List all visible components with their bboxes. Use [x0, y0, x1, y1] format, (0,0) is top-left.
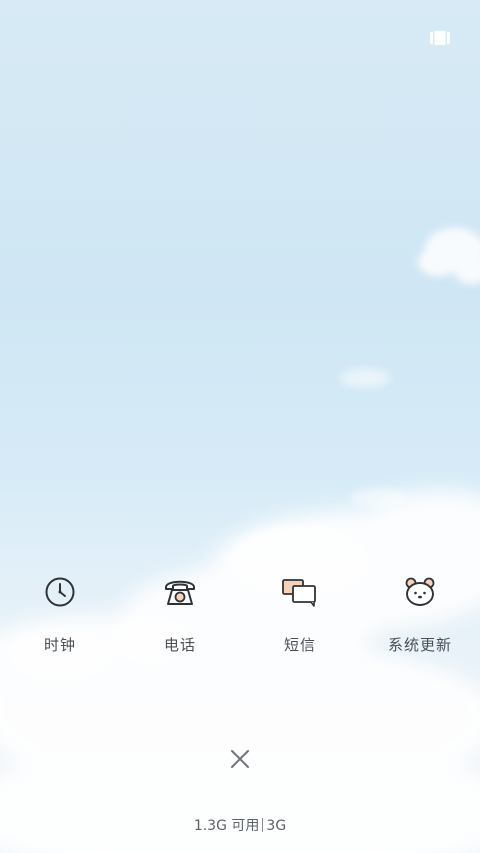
recent-apps-button[interactable]: [426, 26, 454, 50]
app-messages-label: 短信: [283, 636, 316, 654]
app-messages[interactable]: 短信: [240, 572, 360, 662]
phone-icon: [160, 572, 200, 612]
close-icon: [231, 750, 249, 768]
app-system-update[interactable]: 系统更新: [360, 572, 480, 662]
message-icon: [280, 572, 320, 612]
memory-available: 1.3G 可用: [193, 818, 260, 834]
bear-icon: [400, 572, 440, 612]
memory-status: 1.3G 可用 3G: [0, 815, 480, 835]
recent-apps-icon: [430, 31, 450, 45]
recent-apps-row: 时钟 电话 短信 系统更新: [0, 572, 480, 662]
memory-separator: [262, 818, 264, 832]
app-phone-label: 电话: [163, 636, 196, 654]
app-clock-label: 时钟: [43, 636, 76, 654]
memory-total: 3G: [266, 818, 287, 834]
app-clock[interactable]: 时钟: [0, 572, 120, 662]
app-system-update-label: 系统更新: [387, 636, 452, 654]
clear-all-button[interactable]: [226, 745, 254, 773]
cloud-background: [0, 228, 480, 853]
clock-icon: [40, 572, 80, 612]
app-phone[interactable]: 电话: [120, 572, 240, 662]
